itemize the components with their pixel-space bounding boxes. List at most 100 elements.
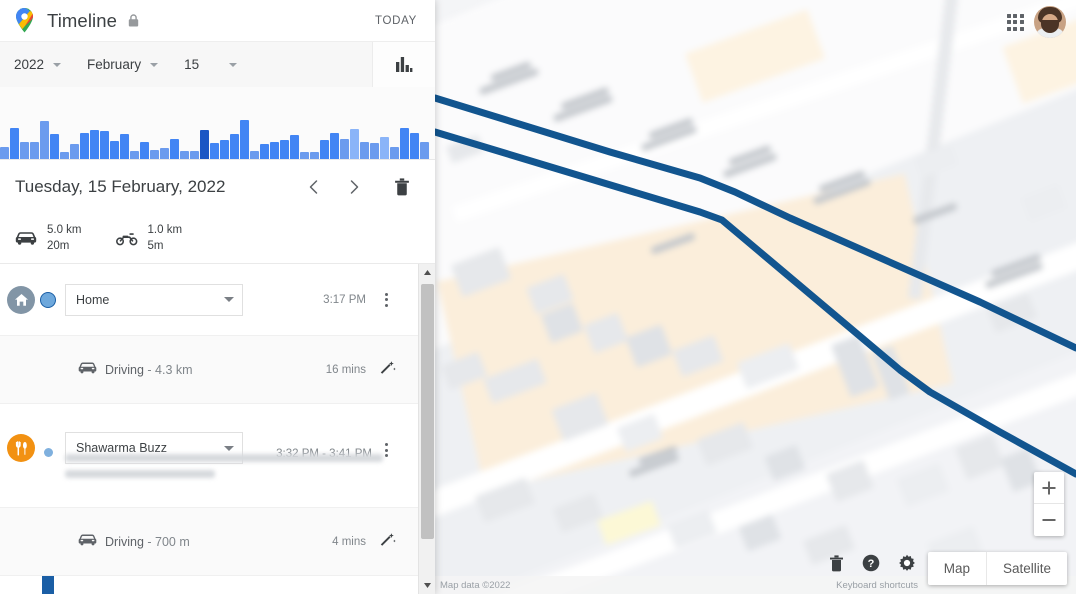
list-item[interactable]: Driving - 700 m 4 mins xyxy=(0,508,418,576)
histogram-bar[interactable] xyxy=(70,144,79,159)
histogram-bar[interactable] xyxy=(20,142,29,159)
scroll-up-arrow[interactable] xyxy=(419,264,435,281)
histogram-bar[interactable] xyxy=(350,128,359,159)
histogram-bar[interactable] xyxy=(230,134,239,159)
map-type-satellite[interactable]: Satellite xyxy=(985,552,1067,585)
histogram-bar[interactable] xyxy=(220,139,229,159)
place-name-select[interactable]: Home xyxy=(65,283,243,316)
histogram-bar[interactable] xyxy=(330,133,339,159)
keyboard-shortcuts-label[interactable]: Keyboard shortcuts xyxy=(836,580,918,591)
help-icon[interactable]: ? xyxy=(862,554,880,572)
histogram-bar[interactable] xyxy=(120,134,129,159)
list-item[interactable]: Driving - 4.3 km 16 mins xyxy=(0,336,418,404)
histogram-bar[interactable] xyxy=(270,142,279,159)
chevron-down-icon xyxy=(229,62,238,67)
car-icon xyxy=(78,361,97,379)
histogram-bar[interactable] xyxy=(170,138,179,159)
histogram-bar[interactable] xyxy=(360,142,369,159)
histogram-bar[interactable] xyxy=(210,143,219,159)
list-item[interactable]: Shawarma Buzz 3:32 PM - 3:41 PM xyxy=(0,404,418,508)
minus-icon xyxy=(1042,519,1056,521)
histogram-bar[interactable] xyxy=(190,151,199,159)
map-type-switcher[interactable]: Map Satellite xyxy=(927,552,1067,585)
stat-distance: 5.0 km xyxy=(47,223,82,236)
histogram-bar[interactable] xyxy=(80,133,89,159)
scrollbar-thumb[interactable] xyxy=(421,284,434,539)
month-select[interactable]: February xyxy=(87,57,159,72)
place-name: Home xyxy=(76,292,110,307)
magic-wand-icon[interactable] xyxy=(379,531,396,553)
map-type-map[interactable]: Map xyxy=(928,552,986,585)
histogram-bar[interactable] xyxy=(290,135,299,159)
place-time: 3:17 PM xyxy=(323,293,366,306)
histogram-bar[interactable] xyxy=(60,152,69,159)
histogram-bar[interactable] xyxy=(390,146,399,159)
zoom-controls[interactable] xyxy=(1034,472,1064,536)
histogram-bar[interactable] xyxy=(10,128,19,159)
histogram-bar[interactable] xyxy=(370,143,379,159)
chevron-down-icon xyxy=(224,445,234,451)
histogram-bar[interactable] xyxy=(380,136,389,159)
next-day-button[interactable] xyxy=(337,170,371,204)
more-vertical-icon[interactable] xyxy=(376,290,396,310)
histogram-bar[interactable] xyxy=(0,146,9,159)
histogram-bar[interactable] xyxy=(400,127,409,159)
map-bottom-icons[interactable]: ? xyxy=(829,554,916,572)
chevron-left-icon xyxy=(309,180,318,194)
histogram-bar[interactable] xyxy=(260,144,269,159)
histogram-bar[interactable] xyxy=(50,133,59,159)
titlebar: Timeline TODAY xyxy=(0,0,435,41)
day-stats: 5.0 km 20m 1.0 km 5m xyxy=(0,214,435,264)
stat-motorcycle: 1.0 km 5m xyxy=(115,223,182,254)
scroll-down-arrow[interactable] xyxy=(419,577,435,594)
histogram-bar[interactable] xyxy=(300,152,309,159)
timeline-app: Map data ©2022 ? Keyboard shortcuts Map … xyxy=(0,0,1076,594)
zoom-in-button[interactable] xyxy=(1034,472,1064,504)
chevron-right-icon xyxy=(350,180,359,194)
histogram-bar[interactable] xyxy=(310,152,319,159)
activity-histogram[interactable] xyxy=(0,87,435,160)
histogram-bar[interactable] xyxy=(200,129,209,159)
histogram-bar[interactable] xyxy=(130,151,139,159)
histogram-bar[interactable] xyxy=(320,139,329,159)
delete-day-button[interactable] xyxy=(385,170,419,204)
histogram-bars[interactable] xyxy=(0,103,435,159)
activity-distance: 700 m xyxy=(155,534,190,549)
scrollbar[interactable] xyxy=(418,264,435,594)
timeline-dot xyxy=(43,448,53,457)
histogram-bar[interactable] xyxy=(110,141,119,159)
year-select[interactable]: 2022 xyxy=(14,57,62,72)
avatar[interactable] xyxy=(1034,6,1066,38)
histogram-bar[interactable] xyxy=(420,142,429,159)
trash-icon[interactable] xyxy=(829,554,844,572)
histogram-bar[interactable] xyxy=(250,151,259,159)
previous-day-button[interactable] xyxy=(297,170,331,204)
histogram-bar[interactable] xyxy=(280,139,289,159)
histogram-bar[interactable] xyxy=(30,142,39,159)
histogram-bar[interactable] xyxy=(100,131,109,159)
car-icon xyxy=(15,232,37,245)
settings-gear-icon[interactable] xyxy=(898,554,916,572)
chart-toggle-button[interactable] xyxy=(372,42,435,87)
list-item[interactable]: Home 3:17 PM xyxy=(0,264,418,336)
apps-grid-icon[interactable] xyxy=(1002,9,1028,35)
activity-label: Driving - 4.3 km xyxy=(105,363,193,377)
day-select[interactable]: 15 xyxy=(184,57,238,72)
histogram-bar[interactable] xyxy=(160,147,169,159)
histogram-bar[interactable] xyxy=(40,120,49,159)
timeline-list[interactable]: Home 3:17 PM Driving - 4.3 km 16 mins Sh… xyxy=(0,264,435,594)
histogram-bar[interactable] xyxy=(180,151,189,159)
histogram-bar[interactable] xyxy=(140,142,149,159)
today-button[interactable]: TODAY xyxy=(371,9,421,33)
histogram-bar[interactable] xyxy=(340,138,349,159)
activity-mode: Driving xyxy=(105,362,144,377)
stat-duration: 20m xyxy=(47,239,70,252)
histogram-bar[interactable] xyxy=(150,150,159,159)
histogram-bar[interactable] xyxy=(240,119,249,159)
day-value: 15 xyxy=(184,57,200,72)
histogram-bar[interactable] xyxy=(90,129,99,159)
histogram-bar[interactable] xyxy=(410,133,419,159)
chevron-down-icon xyxy=(150,62,159,67)
magic-wand-icon[interactable] xyxy=(379,359,396,381)
zoom-out-button[interactable] xyxy=(1034,504,1064,536)
